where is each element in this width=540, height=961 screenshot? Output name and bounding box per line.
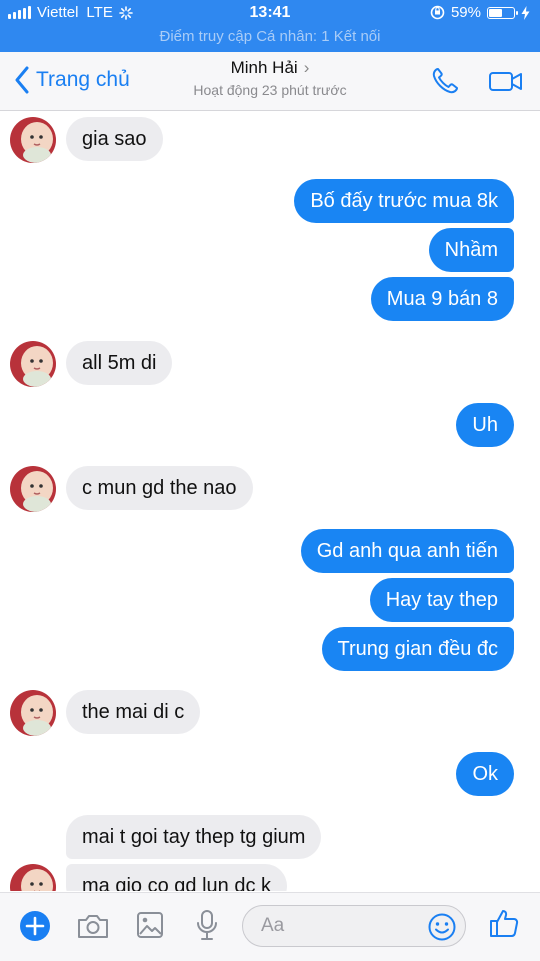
avatar-photo — [10, 864, 56, 891]
message-bubble[interactable]: all 5m di — [66, 341, 173, 385]
message-incoming[interactable]: mai t goi tay thep tg gium — [66, 815, 322, 859]
camera-icon[interactable] — [76, 911, 110, 941]
avatar[interactable] — [10, 341, 56, 387]
phone-icon[interactable] — [430, 66, 460, 96]
status-bar: Viettel LTE 13:41 59% Điểm truy cập Cá n… — [0, 0, 540, 52]
message-bubble[interactable]: Mua 9 bán 8 — [370, 277, 514, 321]
back-label: Trang chủ — [36, 68, 130, 91]
message-bubble[interactable]: gia sao — [66, 117, 163, 161]
plus-icon[interactable] — [18, 909, 52, 943]
message-outgoing[interactable]: Mua 9 bán 8 — [370, 277, 514, 321]
message-incoming[interactable]: the mai di c — [66, 690, 201, 734]
message-outgoing[interactable]: Gd anh qua anh tiến — [300, 529, 514, 573]
message-outgoing[interactable]: Hay tay thep — [369, 578, 514, 622]
avatar[interactable] — [10, 466, 56, 512]
message-bubble[interactable]: Uh — [456, 403, 514, 447]
message-bubble[interactable]: ma gio co gd lun dc k — [66, 864, 287, 891]
message-bubble[interactable]: c mun gd the nao — [66, 466, 253, 510]
avatar-photo — [10, 466, 56, 512]
photo-gallery-icon[interactable] — [136, 911, 164, 939]
message-input[interactable] — [259, 914, 423, 938]
microphone-icon[interactable] — [196, 909, 218, 941]
contact-activity-status: Hoạt động 23 phút trước — [193, 82, 347, 98]
message-incoming[interactable]: all 5m di — [66, 341, 173, 385]
orientation-lock-icon — [430, 5, 445, 20]
charging-bolt-icon — [521, 5, 530, 20]
message-bubble[interactable]: Nhầm — [428, 228, 514, 272]
message-outgoing[interactable]: Ok — [456, 752, 514, 796]
avatar-photo — [10, 690, 56, 736]
message-outgoing[interactable]: Trung gian đều đc — [321, 627, 514, 671]
avatar-photo — [10, 341, 56, 387]
message-bubble[interactable]: Ok — [456, 752, 514, 796]
composer-bar — [0, 892, 540, 961]
video-camera-icon[interactable] — [488, 66, 524, 96]
message-bubble[interactable]: Hay tay thep — [369, 578, 514, 622]
contact-info-button[interactable]: Minh Hải › Hoạt động 23 phút trước — [150, 58, 390, 98]
avatar[interactable] — [10, 864, 56, 891]
battery-percent: 59% — [450, 4, 481, 21]
message-outgoing[interactable]: Bố đấy trước mua 8k — [294, 179, 514, 223]
chevron-left-icon — [15, 66, 29, 94]
chevron-right-icon: › — [303, 58, 310, 77]
avatar[interactable] — [10, 690, 56, 736]
battery-icon — [487, 6, 518, 19]
message-incoming[interactable]: c mun gd the nao — [66, 466, 253, 510]
message-list[interactable]: gia sao Bố đấy trước mua 8k Nhầm Mua 9 b… — [0, 111, 540, 891]
emoji-icon[interactable] — [427, 912, 457, 942]
message-incoming[interactable]: gia sao — [66, 117, 163, 161]
message-input-container[interactable] — [242, 905, 466, 947]
message-bubble[interactable]: Bố đấy trước mua 8k — [294, 179, 514, 223]
message-bubble[interactable]: Trung gian đều đc — [321, 627, 514, 671]
message-bubble[interactable]: the mai di c — [66, 690, 201, 734]
message-bubble[interactable]: mai t goi tay thep tg gium — [66, 815, 322, 859]
message-incoming[interactable]: ma gio co gd lun dc k — [66, 864, 287, 891]
contact-name: Minh Hải — [230, 58, 298, 77]
hotspot-banner[interactable]: Điểm truy cập Cá nhân: 1 Kết nối — [0, 28, 540, 45]
back-button[interactable]: Trang chủ — [14, 66, 130, 94]
avatar-photo — [10, 117, 56, 163]
avatar[interactable] — [10, 117, 56, 163]
thumbs-up-icon[interactable] — [488, 907, 520, 939]
conversation-header: Trang chủ Minh Hải › Hoạt động 23 phút tr… — [0, 52, 540, 111]
message-bubble[interactable]: Gd anh qua anh tiến — [300, 529, 514, 573]
message-outgoing[interactable]: Uh — [456, 403, 514, 447]
message-outgoing[interactable]: Nhầm — [428, 228, 514, 272]
